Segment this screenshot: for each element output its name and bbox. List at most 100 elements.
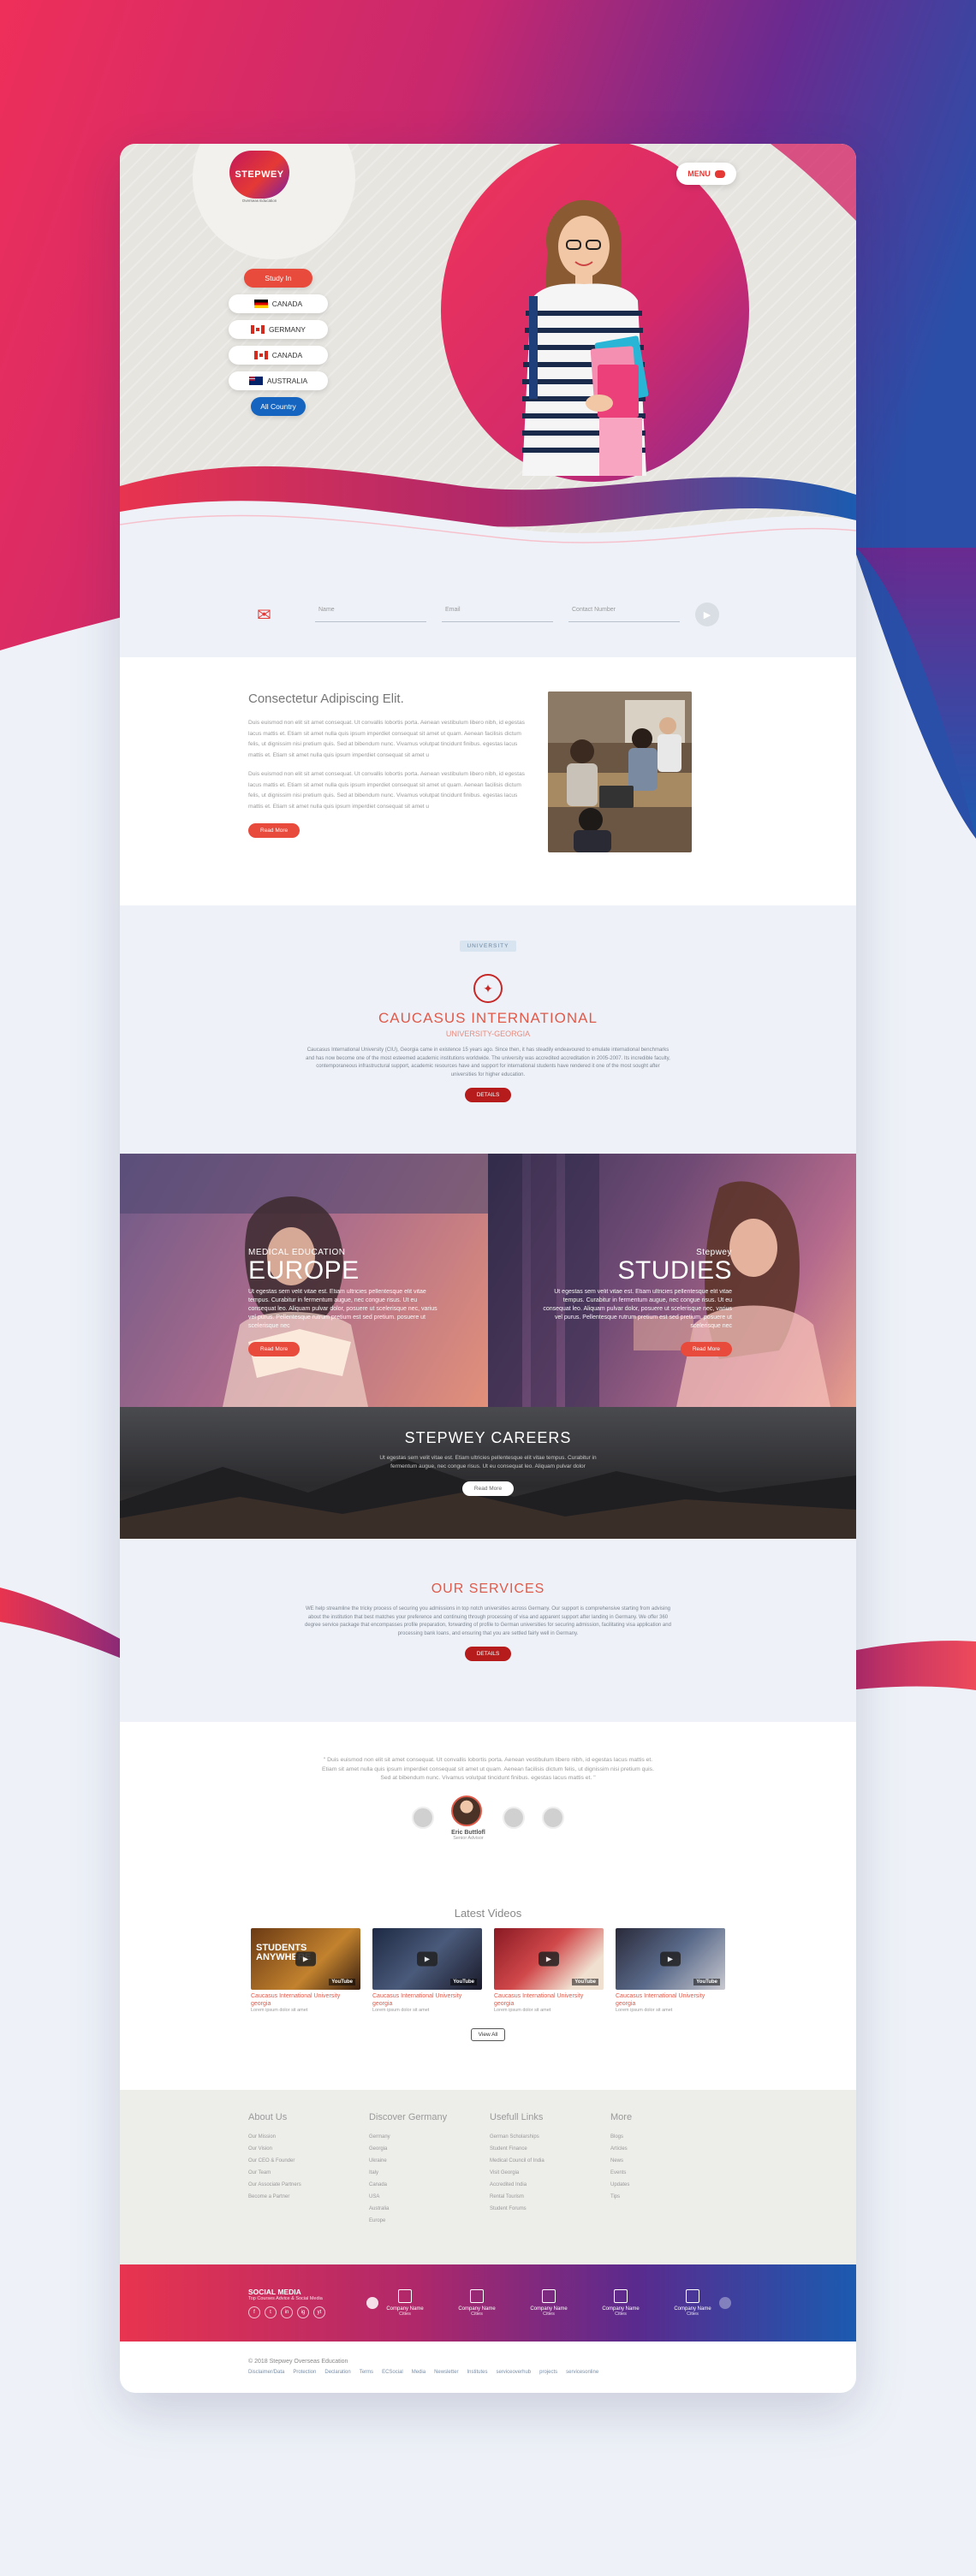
company-item[interactable]: Company Name Cities [529, 2289, 568, 2317]
avatar[interactable] [541, 1807, 564, 1829]
bottom-link[interactable]: projects [539, 2370, 557, 2375]
video-title: Caucasus International University georgi… [616, 1993, 705, 2007]
canada-flag-icon [251, 325, 265, 334]
university-details-button[interactable]: DETAILS [464, 1088, 512, 1102]
footer-link[interactable]: German Scholarships [490, 2131, 610, 2143]
menu-label: MENU [687, 169, 711, 178]
footer-link[interactable]: Australia [369, 2203, 490, 2215]
video-title: Caucasus International University georgi… [494, 1993, 584, 2007]
footer-link[interactable]: Tips [610, 2191, 731, 2203]
email-input[interactable]: Email [442, 607, 553, 622]
footer-link[interactable]: Blogs [610, 2131, 731, 2143]
study-in-button[interactable]: Study In [244, 269, 312, 288]
canada-flag-icon [253, 351, 268, 359]
bottom-link[interactable]: Newsletter [434, 2370, 458, 2375]
footer-link[interactable]: Germany [369, 2131, 490, 2143]
instagram-icon[interactable]: ig [297, 2306, 309, 2318]
footer-column-useful-links: Usefull Links German Scholarships Studen… [490, 2112, 610, 2264]
careers-read-more-button[interactable]: Read More [461, 1481, 515, 1496]
footer-link[interactable]: Accredited India [490, 2179, 610, 2191]
footer-link[interactable]: News [610, 2155, 731, 2167]
panel-heading: STUDIES [617, 1256, 732, 1285]
services-details-button[interactable]: DETAILS [464, 1647, 512, 1661]
youtube-icon[interactable]: yt [313, 2306, 325, 2318]
logo[interactable]: STEPWEY Overseas Education [221, 144, 358, 212]
company-item[interactable]: Company Name Cities [601, 2289, 640, 2317]
footer-link[interactable]: Our Vision [248, 2143, 369, 2155]
company-item[interactable]: Company Name Cities [673, 2289, 712, 2317]
footer-link[interactable]: Student Forums [490, 2203, 610, 2215]
menu-button[interactable]: MENU [676, 163, 736, 185]
bottom-link[interactable]: servicesonline [566, 2370, 598, 2375]
contact-number-input[interactable]: Contact Number [568, 607, 680, 622]
footer-link[interactable]: Italy [369, 2167, 490, 2179]
menu-icon [714, 169, 725, 178]
bottom-link[interactable]: Institutes [467, 2370, 487, 2375]
bottom-link[interactable]: Declaration [324, 2370, 350, 2375]
bottom-link[interactable]: Disclaimer/Data [248, 2370, 284, 2375]
video-card[interactable]: ▶ YouTube Caucasus International Univers… [372, 1928, 482, 2013]
studies-panel: Stepwey STUDIES Ut egestas sem velit vit… [488, 1154, 856, 1407]
copyright: © 2018 Stepwey Overseas Education [248, 2359, 348, 2365]
footer-link[interactable]: Events [610, 2167, 731, 2179]
video-card[interactable]: ▶ YouTube Caucasus International Univers… [616, 1928, 725, 2013]
company-item[interactable]: Company Name Cities [457, 2289, 497, 2317]
bottom-link[interactable]: Media [412, 2370, 426, 2375]
name-input[interactable]: Name [315, 607, 426, 622]
footer-link[interactable]: Our Associate Partners [248, 2179, 369, 2191]
social-title: SOCIAL MEDIA [248, 2288, 301, 2296]
youtube-icon: YouTube [572, 1979, 598, 1985]
country-option-canada-1[interactable]: CANADA [229, 294, 328, 313]
all-country-button[interactable]: All Country [251, 397, 306, 416]
footer-link[interactable]: Ukraine [369, 2155, 490, 2167]
bottom-link[interactable]: ECSocial [382, 2370, 403, 2375]
video-card[interactable]: STUDENTS ANYWHERE ▶ YouTube Caucasus Int… [251, 1928, 360, 2013]
linkedin-icon[interactable]: in [281, 2306, 293, 2318]
bottom-link[interactable]: serviceoverhub [496, 2370, 531, 2375]
avatar[interactable] [502, 1807, 525, 1829]
footer-link[interactable]: Europe [369, 2215, 490, 2227]
avatar-active[interactable] [451, 1795, 483, 1826]
footer-link[interactable]: USA [369, 2191, 490, 2203]
footer-link[interactable]: Articles [610, 2143, 731, 2155]
company-city: Cities [399, 2312, 411, 2317]
company-item[interactable]: Company Name Cities [385, 2289, 425, 2317]
footer-link[interactable]: Georgia [369, 2143, 490, 2155]
carousel-prev-button[interactable] [366, 2297, 378, 2309]
footer-link[interactable]: Student Finance [490, 2143, 610, 2155]
social-band: SOCIAL MEDIA Top Courses Advice & Social… [120, 2264, 856, 2342]
carousel-next-button[interactable] [719, 2297, 731, 2309]
country-option-australia[interactable]: AUSTRALIA [229, 371, 328, 390]
footer-link[interactable]: Updates [610, 2179, 731, 2191]
play-icon: ▶ [660, 1951, 681, 1967]
country-option-canada-2[interactable]: CANADA [229, 346, 328, 365]
twitter-icon[interactable]: t [265, 2306, 277, 2318]
company-city: Cities [471, 2312, 483, 2317]
footer-link[interactable]: Canada [369, 2179, 490, 2191]
facebook-icon[interactable]: f [248, 2306, 260, 2318]
footer-link[interactable]: Become a Partner [248, 2191, 369, 2203]
view-all-button[interactable]: View All [470, 2028, 506, 2041]
testimonial-role: Senior Advisor [453, 1835, 484, 1841]
footer-link[interactable]: Rental Tourism [490, 2191, 610, 2203]
footer-link[interactable]: Our Mission [248, 2131, 369, 2143]
footer-link[interactable]: Our CEO & Founder [248, 2155, 369, 2167]
video-card[interactable]: ▶ YouTube Caucasus International Univers… [494, 1928, 604, 2013]
country-option-germany[interactable]: GERMANY [229, 320, 328, 339]
bottom-link[interactable]: Protection [293, 2370, 316, 2375]
bottom-link[interactable]: Terms [360, 2370, 373, 2375]
play-icon: ▶ [295, 1951, 316, 1967]
footer-link[interactable]: Our Team [248, 2167, 369, 2179]
university-tag: UNIVERSITY [460, 941, 516, 952]
about-read-more-button[interactable]: Read More [248, 823, 301, 838]
avatar[interactable] [412, 1807, 435, 1829]
building-icon [470, 2289, 484, 2303]
europe-read-more-button[interactable]: Read More [248, 1342, 301, 1356]
services-description: WE help streamline the tricky process of… [305, 1606, 671, 1636]
footer-link[interactable]: Visit Georgia [490, 2167, 610, 2179]
footer-link[interactable]: Medical Council of India [490, 2155, 610, 2167]
submit-button[interactable]: ▶ [695, 602, 719, 626]
bottom-bar: © 2018 Stepwey Overseas Education Discla… [120, 2342, 856, 2393]
studies-read-more-button[interactable]: Read More [680, 1342, 732, 1356]
panel-paragraph: Ut egestas sem velit vitae est. Etiam ul… [248, 1289, 437, 1329]
